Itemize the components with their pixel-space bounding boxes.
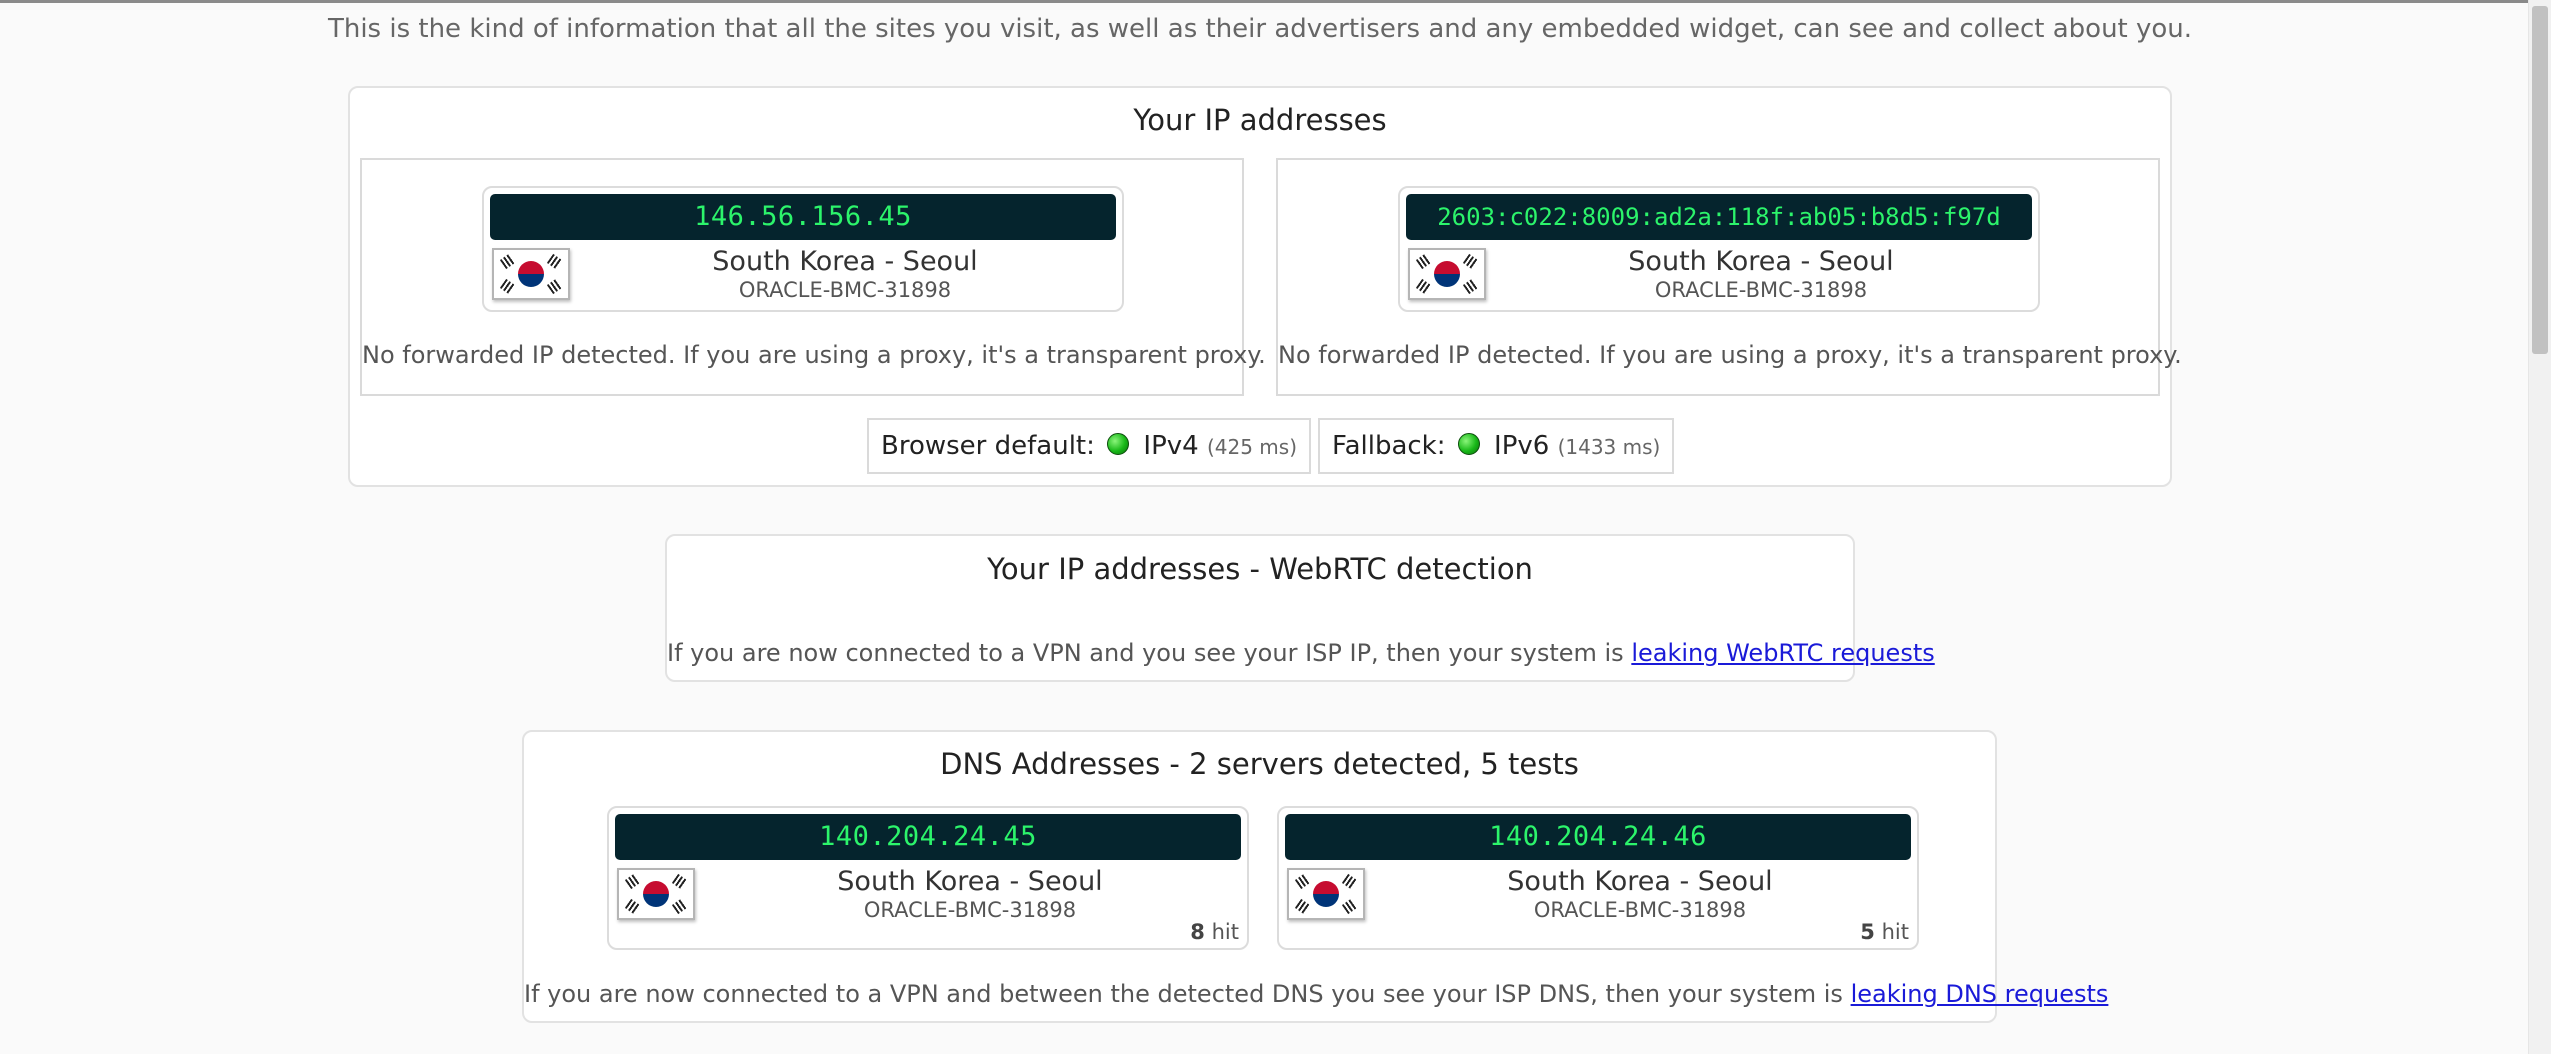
top-border — [0, 0, 2551, 3]
webrtc-note: If you are now connected to a VPN and yo… — [667, 639, 1935, 667]
browser-default-latency: (425 ms) — [1206, 435, 1297, 459]
panel-title: DNS Addresses - 2 servers detected, 5 te… — [940, 747, 1579, 781]
browser-default-indicator: Browser default: IPv4 (425 ms) — [867, 418, 1311, 474]
isp: ORACLE-BMC-31898 — [1654, 278, 1868, 302]
forwarded-ip-note: No forwarded IP detected. If you are usi… — [362, 341, 1266, 369]
intro-text: This is the kind of information that all… — [327, 14, 2193, 44]
status-dot-icon — [1457, 433, 1480, 455]
dns-panel: DNS Addresses - 2 servers detected, 5 te… — [522, 730, 2108, 1023]
ipv4-box: 146.56.156.45 South Korea - Seoul ORACLE… — [360, 158, 1266, 396]
dns-card: 140.204.24.46 South Korea - Seoul ORACLE… — [1277, 806, 1919, 950]
hit-count: 5 hit — [1860, 920, 1909, 944]
fallback-label: Fallback: — [1332, 431, 1446, 461]
fallback-latency: (1433 ms) — [1557, 435, 1661, 459]
fallback-indicator: Fallback: IPv6 (1433 ms) — [1318, 418, 1675, 474]
browser-default-protocol: IPv4 — [1143, 431, 1199, 461]
ip-card: 2603:c022:8009:ad2a:118f:ab05:b8d5:f97d … — [1398, 186, 2040, 312]
hit-number: 8 — [1190, 920, 1205, 944]
dns-card: 140.204.24.45 South Korea - Seoul ORACLE… — [607, 806, 1249, 950]
hit-label: hit — [1881, 920, 1909, 944]
ip-address[interactable]: 146.56.156.45 — [490, 194, 1116, 240]
location: South Korea - Seoul — [1507, 866, 1773, 897]
scrollbar[interactable] — [2528, 0, 2551, 1054]
dns-note-text: If you are now connected to a VPN and be… — [524, 980, 1843, 1008]
location: South Korea - Seoul — [1628, 246, 1894, 277]
panel-title: Your IP addresses — [1133, 103, 1387, 137]
dns-note: If you are now connected to a VPN and be… — [524, 980, 2108, 1008]
ip-address[interactable]: 2603:c022:8009:ad2a:118f:ab05:b8d5:f97d — [1406, 194, 2032, 240]
south-korea-flag-icon — [1287, 868, 1365, 920]
webrtc-panel: Your IP addresses - WebRTC detection If … — [665, 534, 1935, 682]
dns-ip-address[interactable]: 140.204.24.45 — [615, 814, 1241, 860]
dns-ip-address[interactable]: 140.204.24.46 — [1285, 814, 1911, 860]
ip-card: 146.56.156.45 South Korea - Seoul ORACLE… — [482, 186, 1124, 312]
browser-default-label: Browser default: — [881, 431, 1095, 461]
location: South Korea - Seoul — [712, 246, 978, 277]
forwarded-ip-note: No forwarded IP detected. If you are usi… — [1278, 341, 2182, 369]
ip-addresses-panel: Your IP addresses 146.56.156.45 South Ko… — [348, 86, 2182, 487]
fallback-protocol: IPv6 — [1494, 431, 1550, 461]
hit-label: hit — [1211, 920, 1239, 944]
hit-number: 5 — [1860, 920, 1875, 944]
isp: ORACLE-BMC-31898 — [863, 898, 1077, 922]
scrollbar-thumb[interactable] — [2532, 6, 2548, 354]
location: South Korea - Seoul — [837, 866, 1103, 897]
panel-title: Your IP addresses - WebRTC detection — [987, 552, 1533, 586]
webrtc-note-text: If you are now connected to a VPN and yo… — [667, 639, 1624, 667]
south-korea-flag-icon — [492, 248, 570, 300]
ipv6-box: 2603:c022:8009:ad2a:118f:ab05:b8d5:f97d … — [1276, 158, 2182, 396]
south-korea-flag-icon — [617, 868, 695, 920]
south-korea-flag-icon — [1408, 248, 1486, 300]
isp: ORACLE-BMC-31898 — [738, 278, 952, 302]
hit-count: 8 hit — [1190, 920, 1239, 944]
leaking-dns-link[interactable]: leaking DNS requests — [1851, 980, 2109, 1008]
leaking-webrtc-link[interactable]: leaking WebRTC requests — [1631, 639, 1934, 667]
isp: ORACLE-BMC-31898 — [1533, 898, 1747, 922]
status-dot-icon — [1107, 433, 1130, 455]
